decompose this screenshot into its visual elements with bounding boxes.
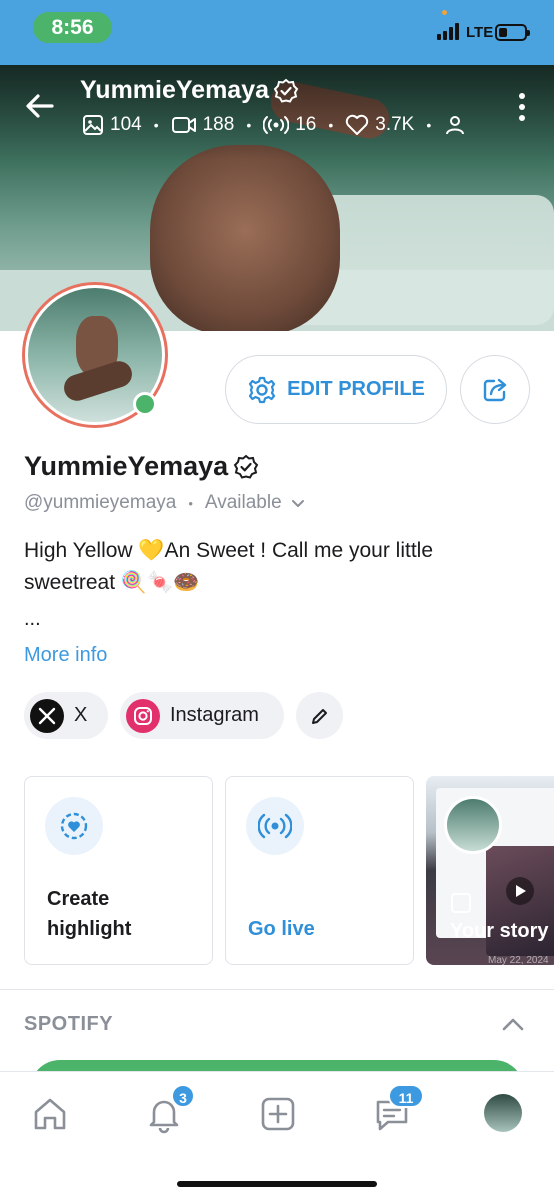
pencil-icon <box>311 708 327 724</box>
play-icon <box>506 877 534 905</box>
edit-profile-label: EDIT PROFILE <box>287 378 425 400</box>
social-label: Instagram <box>170 704 259 726</box>
create-highlight-label: Create highlight <box>47 888 132 940</box>
edit-socials-button[interactable] <box>296 692 343 739</box>
back-arrow-icon[interactable] <box>22 88 58 124</box>
nav-profile-avatar[interactable] <box>484 1094 522 1132</box>
divider <box>0 989 554 990</box>
verified-icon <box>233 454 259 479</box>
share-profile-button[interactable] <box>460 355 530 424</box>
document-icon <box>451 893 471 913</box>
create-highlight-card[interactable]: Create highlight <box>24 776 213 965</box>
messages-badge: 11 <box>388 1084 424 1108</box>
availability-status[interactable]: Available <box>205 492 282 514</box>
online-status-indicator <box>133 392 157 416</box>
more-options-icon[interactable] <box>508 88 536 128</box>
profile-display-name: YummieYemaya <box>24 451 229 481</box>
bio-ellipsis: ... <box>24 608 41 630</box>
image-icon <box>83 115 103 135</box>
social-link-x[interactable]: X <box>24 692 108 739</box>
broadcast-icon <box>263 116 290 134</box>
network-type: LTE <box>466 24 494 41</box>
chevron-up-icon[interactable] <box>498 1010 528 1040</box>
add-icon <box>261 1097 295 1131</box>
status-bar: 8:56 LTE <box>0 0 554 65</box>
header-stats: 104 • 188 • 16 • 3.7K • <box>82 112 467 138</box>
go-live-label: Go live <box>248 918 315 940</box>
story-avatar <box>444 796 502 854</box>
home-icon <box>34 1098 66 1130</box>
notifications-badge: 3 <box>171 1084 195 1108</box>
social-label: X <box>74 704 88 726</box>
instagram-icon <box>126 698 160 733</box>
your-story-label: Your story <box>450 920 549 942</box>
streams-count: 16 <box>295 114 317 135</box>
heart-icon <box>346 114 369 135</box>
highlight-icon <box>45 797 103 855</box>
nav-home[interactable] <box>28 1092 72 1136</box>
likes-count: 3.7K <box>375 114 415 135</box>
header-name: YummieYemaya <box>80 76 299 105</box>
x-logo-icon <box>30 698 64 733</box>
more-info-link[interactable]: More info <box>24 644 107 667</box>
gear-icon <box>248 376 276 403</box>
stat-videos[interactable]: 188 <box>171 114 235 136</box>
profile-handle: @yummieyemaya <box>24 492 177 513</box>
nav-create[interactable] <box>256 1092 300 1136</box>
edit-profile-button[interactable]: EDIT PROFILE <box>225 355 447 424</box>
header-display-name: YummieYemaya <box>80 76 270 104</box>
signal-icon <box>437 22 463 40</box>
social-link-instagram[interactable]: Instagram <box>120 692 284 739</box>
video-icon <box>171 117 196 133</box>
chevron-down-icon[interactable] <box>288 493 308 513</box>
broadcast-icon <box>246 797 304 855</box>
story-date: May 22, 2024 <box>488 955 549 966</box>
verified-icon <box>273 78 299 103</box>
battery-icon <box>495 24 530 41</box>
spotify-section-title: SPOTIFY <box>24 1013 114 1035</box>
subscribers-icon[interactable] <box>443 113 467 137</box>
home-indicator[interactable] <box>177 1181 377 1187</box>
share-icon <box>483 378 507 401</box>
videos-count: 188 <box>202 114 235 135</box>
profile-bio: High Yellow 💛An Sweet ! Call me your lit… <box>24 535 524 599</box>
stat-photos[interactable]: 104 <box>82 114 142 136</box>
bio-line: High Yellow 💛An Sweet ! Call me your lit… <box>24 539 433 562</box>
go-live-card[interactable]: Go live <box>225 776 414 965</box>
bio-line: sweetreat 🍭🍬🍩 <box>24 571 200 594</box>
photos-count: 104 <box>110 114 142 135</box>
status-time: 8:56 <box>33 12 112 43</box>
mic-indicator-icon <box>442 10 447 15</box>
stat-streams[interactable]: 16 <box>263 114 316 136</box>
handle-row: @yummieyemaya • Available <box>24 492 308 514</box>
stat-likes[interactable]: 3.7K <box>345 114 414 136</box>
profile-name: YummieYemaya <box>24 451 259 482</box>
